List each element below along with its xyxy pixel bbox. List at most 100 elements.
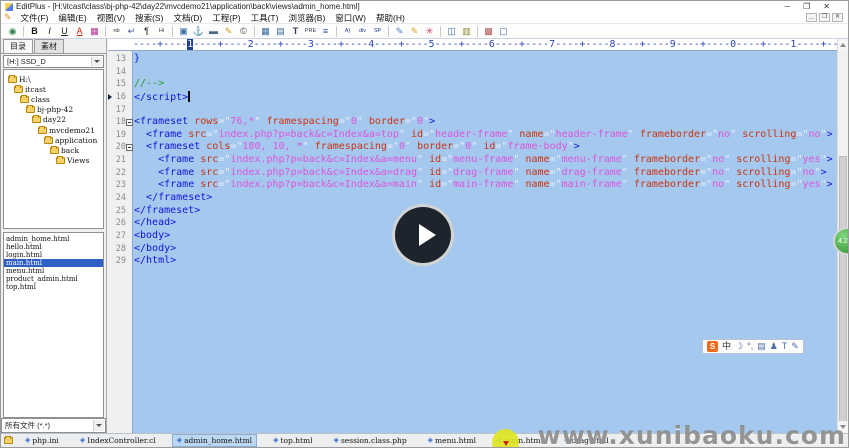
- chinese-mode-icon[interactable]: 中: [722, 341, 731, 352]
- tree-item[interactable]: H:\: [4, 74, 103, 84]
- sogou-logo-icon[interactable]: S: [707, 341, 718, 352]
- tree-item[interactable]: day22: [4, 115, 103, 125]
- tree-item[interactable]: application: [4, 135, 103, 145]
- code-text: </html>: [133, 255, 176, 268]
- color-window-icon[interactable]: ▩: [481, 25, 496, 38]
- minimize-button[interactable]: ─: [784, 3, 790, 11]
- skin-shirt-icon[interactable]: T: [782, 341, 788, 352]
- soft-keyboard-icon[interactable]: ▤: [757, 341, 766, 352]
- paragraph-icon[interactable]: ¶: [139, 25, 154, 38]
- toolbox-icon[interactable]: ✎: [791, 341, 799, 352]
- file-list-item[interactable]: hello.html: [4, 243, 103, 251]
- drive-select[interactable]: [H:] SSD_D: [3, 55, 104, 68]
- menu-item[interactable]: 帮助(H): [371, 12, 410, 24]
- child-restore-button[interactable]: ❐: [819, 13, 830, 22]
- tree-item[interactable]: mvcdemo21: [4, 125, 103, 135]
- table-cell-icon[interactable]: ▤: [273, 25, 288, 38]
- menu-item[interactable]: 工具(T): [246, 12, 284, 24]
- document-tab-label: admin_home.html: [184, 436, 252, 445]
- highlight-pen-icon[interactable]: ✎: [221, 25, 236, 38]
- fold-toggle[interactable]: [126, 141, 133, 154]
- nbsp-icon[interactable]: nb: [109, 25, 124, 38]
- file-list-item[interactable]: product_admin.html: [4, 275, 103, 283]
- marker-pen-icon[interactable]: ✎: [407, 25, 422, 38]
- scroll-up-arrow-icon[interactable]: [838, 39, 848, 51]
- horizontal-rule-icon[interactable]: ▬: [206, 25, 221, 38]
- view-in-browser-icon[interactable]: ◉: [5, 25, 20, 38]
- color-palette-icon[interactable]: ▦: [87, 25, 102, 38]
- frames-view-icon[interactable]: ▥: [459, 25, 474, 38]
- file-list-item[interactable]: admin_home.html: [4, 235, 103, 243]
- account-person-icon[interactable]: ♟: [770, 341, 778, 352]
- child-minimize-button[interactable]: ＿: [806, 13, 817, 22]
- tree-item[interactable]: bj-php-42: [4, 105, 103, 115]
- fold-collapse-icon[interactable]: [126, 119, 133, 126]
- folder-icon: [44, 137, 53, 144]
- special-char-icon[interactable]: ©: [236, 25, 251, 38]
- document-tab[interactable]: ◈admin_home.html: [173, 435, 256, 446]
- restore-button[interactable]: ❐: [803, 3, 810, 11]
- italic-icon[interactable]: I: [42, 25, 57, 38]
- document-tab[interactable]: ◈top.html: [269, 435, 316, 446]
- line-marker: [108, 255, 113, 268]
- heading-icon[interactable]: Hi: [154, 25, 169, 38]
- tree-item[interactable]: back: [4, 145, 103, 155]
- menu-item[interactable]: 工程(P): [207, 12, 245, 24]
- folder-icon: [38, 127, 47, 134]
- child-close-button[interactable]: ✕: [832, 13, 843, 22]
- underline-icon[interactable]: U: [57, 25, 72, 38]
- fullwidth-moon-icon[interactable]: ☽: [735, 341, 743, 352]
- file-filter-select[interactable]: 所有文件 (*.*): [1, 418, 106, 433]
- video-play-button[interactable]: [392, 204, 454, 266]
- list-icon[interactable]: ≡: [318, 25, 333, 38]
- chevron-down-icon[interactable]: [91, 57, 102, 66]
- font-color-icon[interactable]: A: [72, 25, 87, 38]
- file-list-item[interactable]: login.html: [4, 251, 103, 259]
- document-tab[interactable]: ◈session.class.php: [330, 435, 411, 446]
- menu-item[interactable]: 编辑(E): [53, 12, 91, 24]
- file-list-item[interactable]: main.html: [4, 259, 103, 267]
- line-break-icon[interactable]: ↵: [124, 25, 139, 38]
- document-tab[interactable]: ◈menu.html: [424, 435, 480, 446]
- sidebar-tab-cliptext[interactable]: 素材: [34, 39, 64, 53]
- chevron-down-icon[interactable]: [93, 420, 104, 431]
- image-icon[interactable]: ▣: [176, 25, 191, 38]
- edit-script-icon[interactable]: ✎: [392, 25, 407, 38]
- code-text: </body>: [133, 243, 176, 256]
- scrollbar-thumb[interactable]: [839, 156, 847, 424]
- table-icon[interactable]: ▦: [258, 25, 273, 38]
- fold-gutter: [126, 104, 133, 117]
- syntax-color-icon[interactable]: ✳: [422, 25, 437, 38]
- anchor-icon[interactable]: ⚓: [191, 25, 206, 38]
- fold-toggle[interactable]: [126, 116, 133, 129]
- toolbar-separator: [254, 26, 255, 37]
- fold-collapse-icon[interactable]: [126, 144, 133, 151]
- file-list-item[interactable]: top.html: [4, 283, 103, 291]
- font-tag-icon[interactable]: A): [340, 25, 355, 38]
- code-editor[interactable]: 13}1415//-->16</script>1718<frameset row…: [108, 51, 837, 433]
- bold-icon[interactable]: B: [27, 25, 42, 38]
- file-list-item[interactable]: menu.html: [4, 267, 103, 275]
- menu-item[interactable]: 文档(D): [168, 12, 207, 24]
- menu-item[interactable]: 文件(F): [16, 12, 54, 24]
- pre-tag-icon[interactable]: PRE: [303, 25, 318, 38]
- code-line: 17: [108, 104, 837, 117]
- span-tag-icon[interactable]: SP: [370, 25, 385, 38]
- punctuation-icon[interactable]: °,: [747, 341, 753, 352]
- tree-item[interactable]: itcast: [4, 84, 103, 94]
- tree-item[interactable]: class: [4, 94, 103, 104]
- preview-window-icon[interactable]: ▢: [496, 25, 511, 38]
- menu-item[interactable]: 窗口(W): [330, 12, 371, 24]
- close-button[interactable]: ✕: [823, 3, 830, 11]
- menu-item[interactable]: 浏览器(B): [283, 12, 330, 24]
- sidebar-tab-directory[interactable]: 目录: [3, 39, 33, 53]
- text-format-icon[interactable]: T: [288, 25, 303, 38]
- menu-item[interactable]: 视图(V): [92, 12, 130, 24]
- fold-gutter: [126, 243, 133, 256]
- document-tab[interactable]: ◈IndexController.cl: [76, 435, 160, 446]
- split-view-icon[interactable]: ◫: [444, 25, 459, 38]
- div-tag-icon[interactable]: div: [355, 25, 370, 38]
- menu-item[interactable]: 搜索(S): [130, 12, 168, 24]
- tree-item[interactable]: Views: [4, 156, 103, 166]
- document-tab[interactable]: ◈php.ini: [21, 435, 63, 446]
